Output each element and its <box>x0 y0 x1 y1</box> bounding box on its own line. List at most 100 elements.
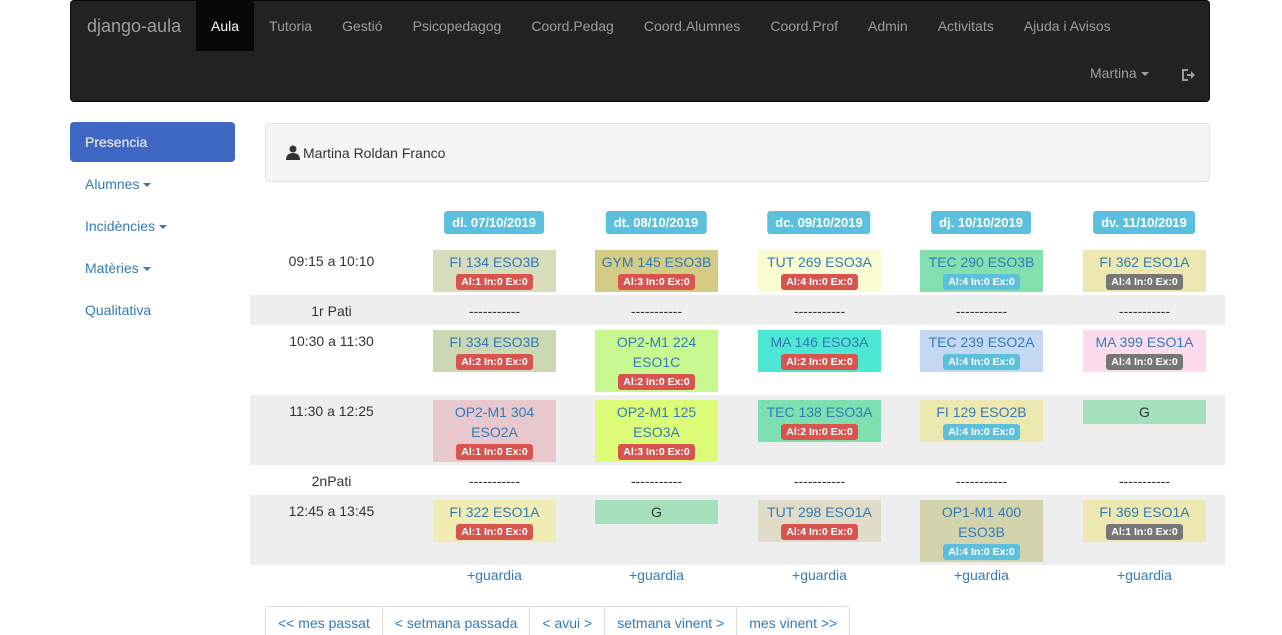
sidebar-item-label: Alumnes <box>85 176 140 192</box>
class-cell: FI 129 ESO2B Al:4 In:0 Ex:0 <box>920 400 1043 442</box>
class-label[interactable]: OP2-M1 224 ESO1C <box>597 332 716 372</box>
class-cell: MA 146 ESO3A Al:2 In:0 Ex:0 <box>758 330 881 372</box>
class-label[interactable]: FI 134 ESO3B <box>435 252 554 272</box>
class-slot[interactable]: OP2-M1 224 ESO1C Al:2 In:0 Ex:0 <box>595 330 718 392</box>
break-cell: ----------- <box>468 473 521 489</box>
sidebar-item-label: Incidències <box>85 218 156 234</box>
class-slot[interactable]: TUT 298 ESO1A Al:4 In:0 Ex:0 <box>758 500 881 542</box>
class-cell: OP2-M1 304 ESO2A Al:1 In:0 Ex:0 <box>433 400 556 462</box>
caret-down-icon <box>143 183 152 188</box>
class-slot[interactable]: FI 369 ESO1A Al:1 In:0 Ex:0 <box>1083 500 1206 542</box>
sidebar-item-presencia[interactable]: Presencia <box>70 122 235 162</box>
nav-item-admin[interactable]: Admin <box>853 1 923 51</box>
class-slot[interactable]: TEC 138 ESO3A Al:2 In:0 Ex:0 <box>758 400 881 442</box>
user-menu[interactable]: Martina <box>1090 65 1149 81</box>
break-cell: ----------- <box>955 303 1008 319</box>
class-cell: FI 362 ESO1A Al:4 In:0 Ex:0 <box>1083 250 1206 292</box>
class-slot[interactable]: FI 134 ESO3B Al:1 In:0 Ex:0 <box>433 250 556 292</box>
teacher-panel: Martina Roldan Franco <box>265 123 1210 182</box>
nav-item-gestio[interactable]: Gestió <box>327 1 397 51</box>
class-label[interactable]: OP1-M1 400 ESO3B <box>922 502 1041 542</box>
class-label[interactable]: MA 146 ESO3A <box>760 332 879 352</box>
class-slot[interactable]: OP2-M1 304 ESO2A Al:1 In:0 Ex:0 <box>433 400 556 462</box>
today-button[interactable]: < avui > <box>529 606 606 635</box>
nav-item-psicopedagog[interactable]: Psicopedagog <box>398 1 517 51</box>
class-label[interactable]: FI 362 ESO1A <box>1085 252 1204 272</box>
user-menu-label: Martina <box>1090 65 1137 81</box>
add-guard-link[interactable]: +guardia <box>920 567 1043 583</box>
class-slot[interactable]: G <box>1083 400 1206 424</box>
add-guard-link[interactable]: +guardia <box>1083 567 1206 583</box>
day-header: dc. 09/10/2019 <box>767 211 871 234</box>
class-slot[interactable]: MA 399 ESO1A Al:4 In:0 Ex:0 <box>1083 330 1206 372</box>
class-slot[interactable]: GYM 145 ESO3B Al:3 In:0 Ex:0 <box>595 250 718 292</box>
attendance-badge: Al:1 In:0 Ex:0 <box>456 524 533 540</box>
add-guard-link[interactable]: +guardia <box>595 567 718 583</box>
day-header: dl. 07/10/2019 <box>444 211 544 234</box>
class-slot[interactable]: TEC 239 ESO2A Al:4 In:0 Ex:0 <box>920 330 1043 372</box>
next-month-button[interactable]: mes vinent >> <box>736 606 851 635</box>
add-guard-link[interactable]: +guardia <box>758 567 881 583</box>
attendance-badge: Al:1 In:0 Ex:0 <box>1106 524 1183 540</box>
class-cell: TEC 290 ESO3B Al:4 In:0 Ex:0 <box>920 250 1043 292</box>
class-cell: G <box>1083 400 1206 424</box>
class-label[interactable]: GYM 145 ESO3B <box>597 252 716 272</box>
nav-item-tutoria[interactable]: Tutoria <box>254 1 327 51</box>
prev-month-button[interactable]: << mes passat <box>265 606 383 635</box>
sidebar-item-materies[interactable]: Matèries <box>70 248 235 288</box>
class-slot[interactable]: MA 146 ESO3A Al:2 In:0 Ex:0 <box>758 330 881 372</box>
class-label[interactable]: OP2-M1 304 ESO2A <box>435 402 554 442</box>
day-header: dt. 08/10/2019 <box>605 211 707 234</box>
class-cell: FI 369 ESO1A Al:1 In:0 Ex:0 <box>1083 500 1206 542</box>
class-label[interactable]: FI 334 ESO3B <box>435 332 554 352</box>
class-label[interactable]: TEC 290 ESO3B <box>922 252 1041 272</box>
class-label[interactable]: FI 322 ESO1A <box>435 502 554 522</box>
class-label[interactable]: TEC 138 ESO3A <box>760 402 879 422</box>
attendance-badge: Al:3 In:0 Ex:0 <box>618 444 695 460</box>
caret-down-icon <box>1140 72 1149 77</box>
break-cell: ----------- <box>1118 303 1171 319</box>
schedule-row: 2nPati ----------- ----------- ----------- -… <box>250 465 1225 495</box>
attendance-badge: Al:4 In:0 Ex:0 <box>781 274 858 290</box>
user-icon <box>286 145 300 160</box>
logout-icon[interactable] <box>1180 67 1196 83</box>
class-slot[interactable]: TUT 269 ESO3A Al:4 In:0 Ex:0 <box>758 250 881 292</box>
attendance-badge: Al:3 In:0 Ex:0 <box>618 274 695 290</box>
prev-week-button[interactable]: < setmana passada <box>381 606 531 635</box>
class-cell: TUT 298 ESO1A Al:4 In:0 Ex:0 <box>758 500 881 542</box>
class-label[interactable]: FI 129 ESO2B <box>922 402 1041 422</box>
nav-item-aula[interactable]: Aula <box>196 1 255 51</box>
nav-item-ajuda[interactable]: Ajuda i Avisos <box>1009 1 1126 51</box>
nav-item-coord-alumnes[interactable]: Coord.Alumnes <box>629 1 756 51</box>
class-slot[interactable]: G <box>595 500 718 524</box>
class-label[interactable]: FI 369 ESO1A <box>1085 502 1204 522</box>
class-slot[interactable]: FI 322 ESO1A Al:1 In:0 Ex:0 <box>433 500 556 542</box>
add-guard-link[interactable]: +guardia <box>433 567 556 583</box>
class-label[interactable]: MA 399 ESO1A <box>1085 332 1204 352</box>
sidebar-item-alumnes[interactable]: Alumnes <box>70 164 235 204</box>
class-slot[interactable]: OP1-M1 400 ESO3B Al:4 In:0 Ex:0 <box>920 500 1043 562</box>
class-label[interactable]: G <box>597 502 716 522</box>
class-label[interactable]: TUT 298 ESO1A <box>760 502 879 522</box>
class-slot[interactable]: OP2-M1 125 ESO3A Al:3 In:0 Ex:0 <box>595 400 718 462</box>
break-cell: ----------- <box>793 473 846 489</box>
sidebar-item-label: Matèries <box>85 260 139 276</box>
class-label[interactable]: TEC 239 ESO2A <box>922 332 1041 352</box>
sidebar-item-incidencies[interactable]: Incidències <box>70 206 235 246</box>
class-slot[interactable]: FI 334 ESO3B Al:2 In:0 Ex:0 <box>433 330 556 372</box>
nav-item-activitats[interactable]: Activitats <box>923 1 1009 51</box>
attendance-badge: Al:4 In:0 Ex:0 <box>1106 274 1183 290</box>
nav-item-coord-pedag[interactable]: Coord.Pedag <box>516 1 629 51</box>
class-cell: FI 322 ESO1A Al:1 In:0 Ex:0 <box>433 500 556 542</box>
nav-item-coord-prof[interactable]: Coord.Prof <box>755 1 853 51</box>
class-slot[interactable]: FI 129 ESO2B Al:4 In:0 Ex:0 <box>920 400 1043 442</box>
class-label[interactable]: OP2-M1 125 ESO3A <box>597 402 716 442</box>
class-label[interactable]: G <box>1085 402 1204 422</box>
brand-link[interactable]: django-aula <box>87 16 181 37</box>
class-label[interactable]: TUT 269 ESO3A <box>760 252 879 272</box>
attendance-badge: Al:4 In:0 Ex:0 <box>781 524 858 540</box>
next-week-button[interactable]: setmana vinent > <box>604 606 738 635</box>
sidebar-item-qualitativa[interactable]: Qualitativa <box>70 290 235 330</box>
class-slot[interactable]: FI 362 ESO1A Al:4 In:0 Ex:0 <box>1083 250 1206 292</box>
class-slot[interactable]: TEC 290 ESO3B Al:4 In:0 Ex:0 <box>920 250 1043 292</box>
